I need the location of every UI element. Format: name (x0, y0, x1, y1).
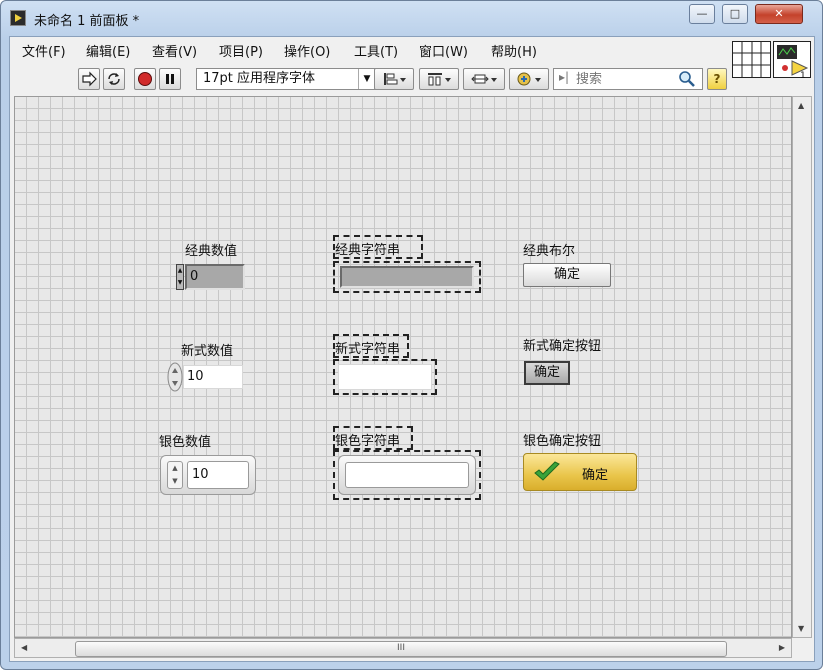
front-panel-canvas[interactable]: 经典数值 ▲ ▼ 0 经典字符串 经典布尔 确定 新式数值 10 新式字符串 新… (14, 96, 792, 638)
resize-objects-icon (471, 74, 497, 84)
silver-numeric-field[interactable]: 10 (187, 461, 249, 489)
classic-numeric-field[interactable]: 0 (185, 264, 245, 290)
silver-string-label: 银色字符串 (335, 434, 401, 449)
align-objects-button[interactable] (374, 68, 414, 90)
silver-string-selection-box (333, 450, 481, 500)
classic-numeric-control[interactable]: ▲ ▼ 0 (176, 264, 245, 290)
classic-boolean-label: 经典布尔 (523, 244, 576, 259)
labview-front-panel-window: 未命名 1 前面板 * — □ ✕ 文件(F) 编辑(E) 查看(V) 项目(P… (0, 0, 823, 670)
menu-help[interactable]: 帮助(H) (491, 41, 537, 60)
menu-operate[interactable]: 操作(O) (284, 41, 330, 60)
increment-arrow-icon[interactable]: ▲ (168, 462, 182, 475)
modern-spinner-icon[interactable] (167, 362, 183, 392)
close-button[interactable]: ✕ (755, 4, 803, 24)
menu-view[interactable]: 查看(V) (152, 41, 197, 60)
silver-string-label-box: 银色字符串 (333, 426, 413, 450)
modern-ok-button[interactable]: 确定 (524, 361, 570, 385)
arrow-right-icon (82, 71, 97, 87)
abort-button[interactable] (134, 68, 156, 90)
magnifier-icon[interactable] (678, 70, 696, 88)
vertical-scrollbar[interactable]: ▲ ▼ (792, 96, 812, 638)
menu-file[interactable]: 文件(F) (22, 41, 66, 60)
maximize-button[interactable]: □ (722, 4, 748, 24)
modern-string-selection-box (333, 359, 437, 395)
modern-button-label: 新式确定按钮 (523, 339, 602, 354)
modern-numeric-field[interactable]: 10 (183, 365, 243, 389)
classic-ok-button[interactable]: 确定 (523, 263, 611, 287)
stop-icon (138, 72, 152, 86)
distribute-objects-button[interactable] (419, 68, 459, 90)
classic-string-label-box: 经典字符串 (333, 235, 423, 259)
help-button[interactable]: ? (707, 68, 727, 90)
menu-edit[interactable]: 编辑(E) (86, 41, 130, 60)
modern-numeric-label: 新式数值 (181, 344, 234, 359)
search-box[interactable]: ▸| (553, 68, 703, 90)
classic-numeric-label: 经典数值 (185, 244, 238, 259)
search-separator-icon: ▸| (559, 70, 570, 84)
classic-string-label: 经典字符串 (335, 243, 401, 258)
scroll-up-arrow-icon[interactable]: ▲ (798, 101, 804, 110)
run-button[interactable] (78, 68, 100, 90)
decrement-arrow-icon[interactable]: ▼ (168, 475, 182, 488)
silver-button-label: 银色确定按钮 (523, 434, 602, 449)
classic-string-field[interactable] (340, 266, 474, 288)
title-bar[interactable]: 未命名 1 前面板 * — □ ✕ (1, 1, 822, 35)
modern-string-label: 新式字符串 (335, 342, 401, 357)
menu-project[interactable]: 项目(P) (219, 41, 263, 60)
modern-string-field[interactable] (338, 364, 432, 390)
font-selector[interactable]: 17pt 应用程序字体 ▼ (196, 68, 376, 90)
search-input[interactable] (576, 70, 671, 88)
toolbar: 17pt 应用程序字体 ▼ ▸| ? (10, 62, 730, 94)
increment-decrement-arrows[interactable]: ▲ ▼ (176, 264, 184, 290)
distribute-objects-icon (428, 73, 451, 86)
silver-spinner[interactable]: ▲ ▼ (167, 461, 183, 489)
pause-button[interactable] (159, 68, 181, 90)
resize-objects-button[interactable] (463, 68, 505, 90)
scroll-left-arrow-icon[interactable]: ◀ (21, 643, 27, 652)
run-continuously-button[interactable] (103, 68, 125, 90)
reorder-icon (517, 72, 541, 86)
connector-pane[interactable]: 1 (732, 41, 812, 85)
menu-window[interactable]: 窗口(W) (419, 41, 468, 60)
menu-tools[interactable]: 工具(T) (354, 41, 398, 60)
horizontal-scrollbar[interactable]: ◀ III ▶ (14, 638, 792, 658)
loop-arrows-icon (108, 73, 120, 85)
reorder-button[interactable] (509, 68, 549, 90)
chevron-down-icon: ▼ (358, 69, 375, 89)
window-client-area: 文件(F) 编辑(E) 查看(V) 项目(P) 操作(O) 工具(T) 窗口(W… (9, 36, 815, 662)
classic-string-selection-box (333, 261, 481, 293)
checkmark-icon (534, 461, 560, 481)
font-selector-value: 17pt 应用程序字体 (203, 71, 316, 86)
connector-icon-number: 1 (800, 71, 806, 81)
align-objects-icon (384, 73, 406, 85)
modern-string-label-box: 新式字符串 (333, 334, 409, 358)
silver-string-frame (338, 455, 476, 495)
window-title: 未命名 1 前面板 * (34, 14, 140, 29)
minimize-button[interactable]: — (689, 4, 715, 24)
modern-numeric-control[interactable]: 10 (167, 362, 247, 392)
decrement-arrow-icon[interactable]: ▼ (177, 277, 183, 289)
silver-numeric-label: 银色数值 (159, 435, 212, 450)
scroll-down-arrow-icon[interactable]: ▼ (798, 624, 804, 633)
menu-bar: 文件(F) 编辑(E) 查看(V) 项目(P) 操作(O) 工具(T) 窗口(W… (10, 37, 730, 61)
silver-ok-button-label: 确定 (582, 468, 609, 483)
scroll-right-arrow-icon[interactable]: ▶ (779, 643, 785, 652)
labview-vi-icon (10, 10, 26, 26)
horizontal-scroll-thumb[interactable]: III (75, 641, 727, 657)
silver-ok-button[interactable]: 确定 (523, 453, 637, 491)
increment-arrow-icon[interactable]: ▲ (177, 265, 183, 277)
silver-string-field[interactable] (345, 462, 469, 488)
silver-numeric-control[interactable]: ▲ ▼ 10 (160, 455, 256, 495)
pause-icon (166, 74, 174, 84)
